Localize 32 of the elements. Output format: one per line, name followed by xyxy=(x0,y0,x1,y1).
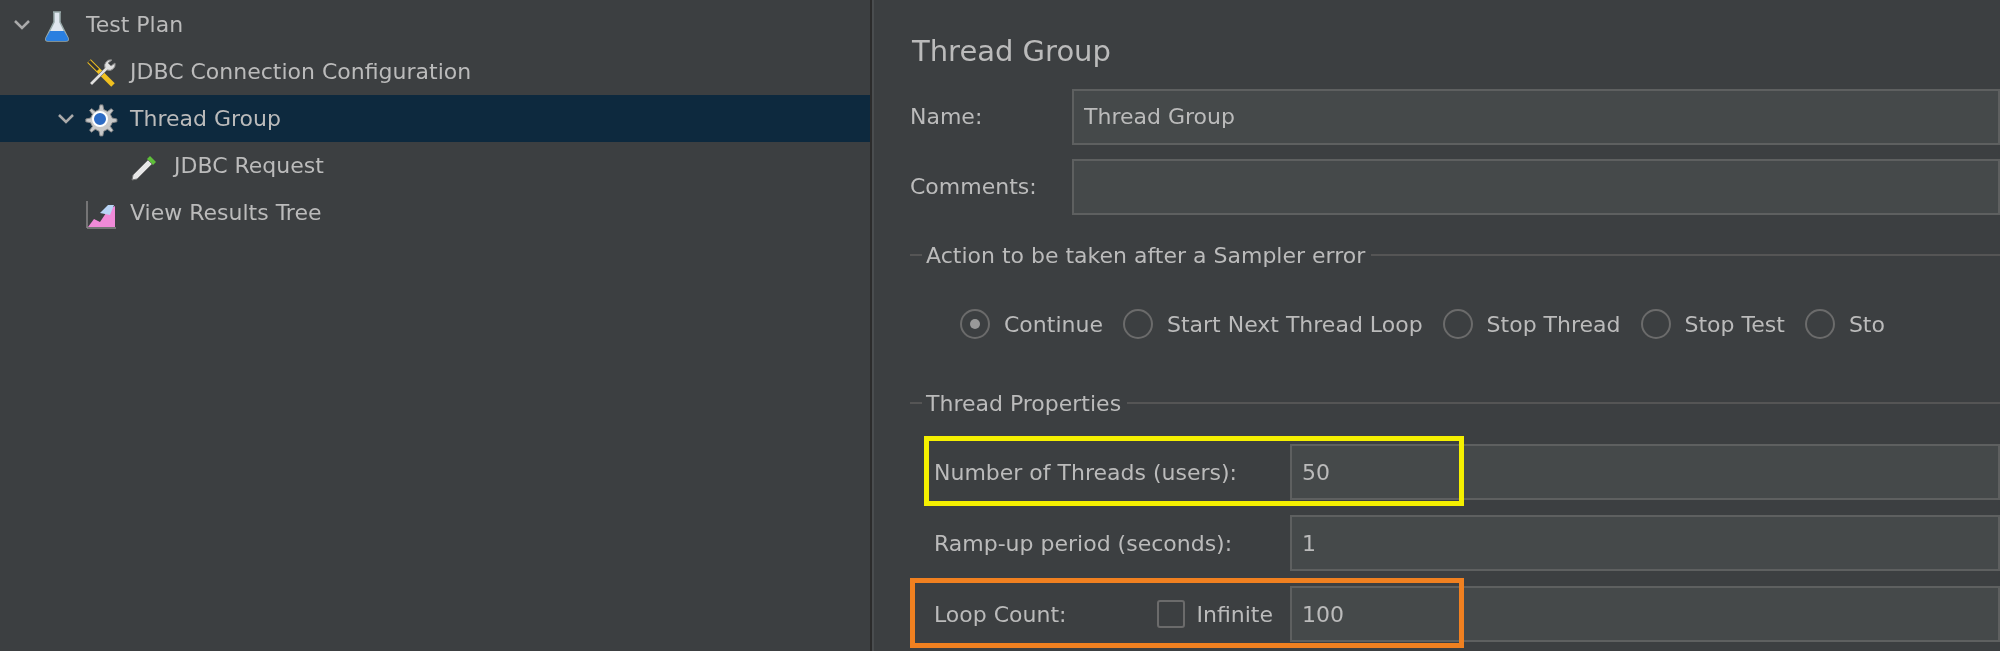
radio-label: Continue xyxy=(1004,310,1103,339)
group-title: Action to be taken after a Sampler error xyxy=(926,241,1366,270)
field-label: Loop Count: xyxy=(934,600,1067,629)
tree-item[interactable]: JDBC Request xyxy=(0,142,870,189)
caret-icon[interactable] xyxy=(57,112,75,125)
group-title: Thread Properties xyxy=(926,389,1122,418)
panel-title: Thread Group xyxy=(912,34,1112,69)
text-field[interactable]: 100 xyxy=(1290,586,2000,643)
tree-item[interactable]: Test Plan xyxy=(0,1,870,48)
radio-button[interactable] xyxy=(1442,309,1473,340)
checkbox[interactable] xyxy=(1156,600,1185,629)
gear-icon xyxy=(84,101,118,136)
radio-label: Sto xyxy=(1848,310,1885,339)
radio-button[interactable] xyxy=(1122,309,1153,340)
radio-button[interactable] xyxy=(960,309,990,340)
radio-label: Stop Thread xyxy=(1486,310,1621,339)
radio-button[interactable] xyxy=(1640,309,1671,340)
tree-item[interactable]: View Results Tree xyxy=(0,189,870,236)
field-label: Comments: xyxy=(910,173,1038,202)
tree-item[interactable]: JDBC Connection Configuration xyxy=(0,48,870,95)
tree-item[interactable]: Thread Group xyxy=(0,95,870,142)
radio-label: Stop Test xyxy=(1684,310,1785,339)
text-field[interactable]: Thread Group xyxy=(1072,88,2000,145)
field-label: Number of Threads (users): xyxy=(934,458,1238,487)
field-label: Name: xyxy=(910,103,984,132)
text-field[interactable]: 1 xyxy=(1290,515,2000,572)
text-field[interactable]: 50 xyxy=(1290,444,2000,501)
field-label: Ramp-up period (seconds): xyxy=(934,529,1234,558)
checkbox-label: Infinite xyxy=(1196,600,1273,629)
caret-icon[interactable] xyxy=(13,18,31,31)
radio-button[interactable] xyxy=(1804,309,1835,340)
radio-label: Start Next Thread Loop xyxy=(1166,310,1423,339)
